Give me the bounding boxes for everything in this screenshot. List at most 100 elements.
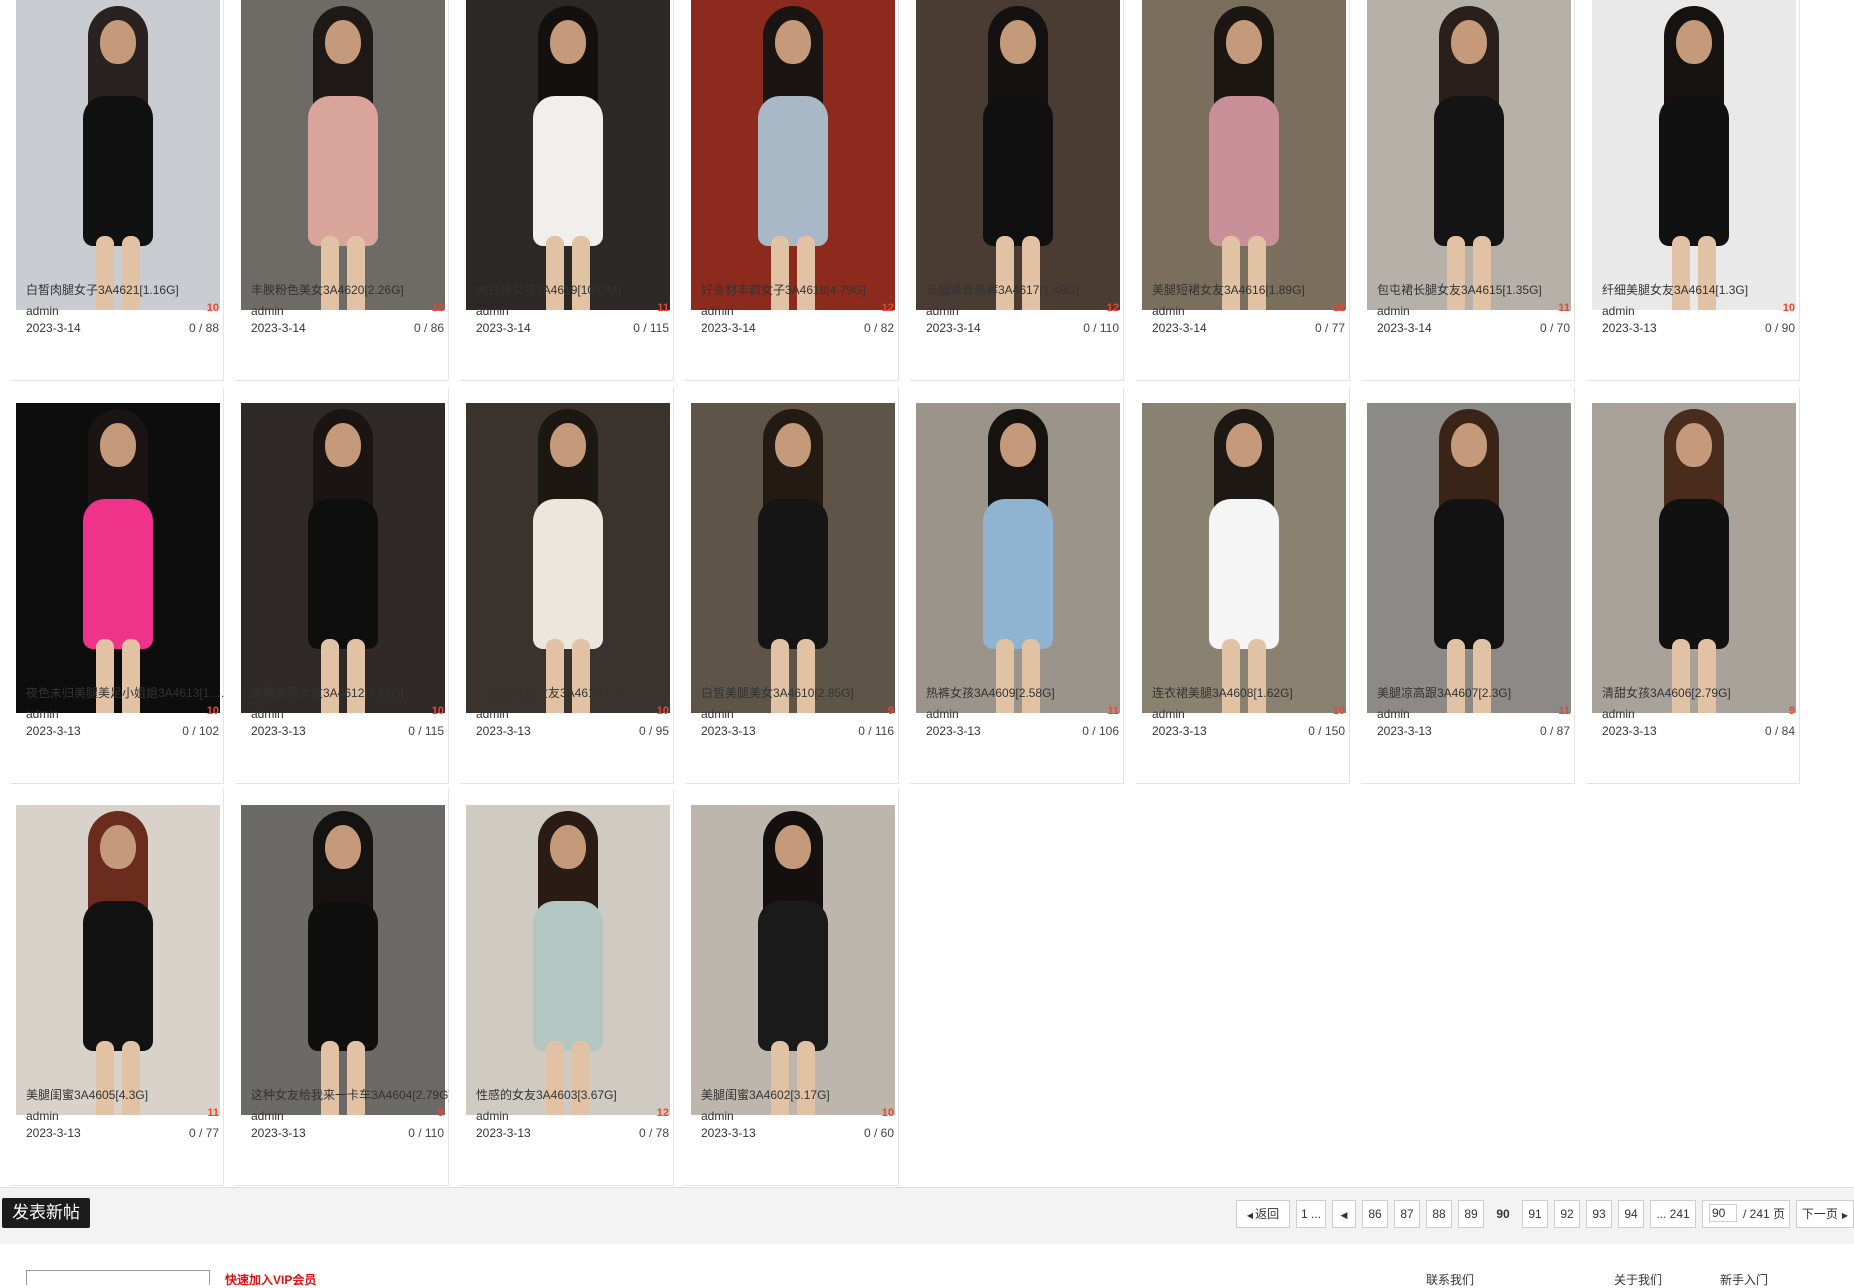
page-link[interactable]: 91 bbox=[1522, 1200, 1548, 1228]
thread-author[interactable]: admin bbox=[1602, 304, 1635, 318]
thread-title[interactable]: 这种女友给我来一卡车3A4604[2.79G] bbox=[251, 1086, 449, 1103]
thread-card[interactable]: 小蛮腰美腿女友3A4611[1.98G] admin 2023-3-13 10 0 / … bbox=[460, 387, 674, 784]
thread-card[interactable]: 美腿闺蜜3A4605[4.3G] admin 2023-3-13 11 0 / 77 bbox=[10, 789, 224, 1186]
page-link[interactable]: 94 bbox=[1618, 1200, 1644, 1228]
page-jump[interactable]: / 241 页 bbox=[1702, 1200, 1790, 1228]
thread-thumbnail[interactable] bbox=[916, 0, 1120, 310]
thread-title[interactable]: 丰腴粉色美女3A4620[2.26G] bbox=[251, 281, 449, 298]
thread-thumbnail[interactable] bbox=[16, 0, 220, 310]
thread-card[interactable]: 美腿闺蜜3A4602[3.17G] admin 2023-3-13 10 0 / 60 bbox=[685, 789, 899, 1186]
thread-card[interactable]: 长腿紧致热裤3A4617[1.49G] admin 2023-3-14 12 0 / 1… bbox=[910, 0, 1124, 381]
thread-thumbnail[interactable] bbox=[16, 403, 220, 713]
footer-link[interactable]: 新手入门 bbox=[1720, 1271, 1768, 1288]
thread-author[interactable]: admin bbox=[251, 304, 284, 318]
thread-card[interactable]: 丰腴粉色美女3A4620[2.26G] admin 2023-3-14 12 0 / 8… bbox=[235, 0, 449, 381]
thread-thumbnail[interactable] bbox=[1367, 0, 1571, 310]
thread-author[interactable]: admin bbox=[26, 304, 59, 318]
thread-title[interactable]: 小蛮腰美腿女友3A4611[1.98G] bbox=[476, 684, 674, 701]
thread-card[interactable]: 这种女友给我来一卡车3A4604[2.79G] admin 2023-3-13 9 0 … bbox=[235, 789, 449, 1186]
page-link[interactable]: 92 bbox=[1554, 1200, 1580, 1228]
thread-thumbnail[interactable] bbox=[1592, 403, 1796, 713]
thread-author[interactable]: admin bbox=[926, 707, 959, 721]
thread-thumbnail[interactable] bbox=[691, 0, 895, 310]
page-first[interactable]: 1 ... bbox=[1296, 1200, 1326, 1228]
thread-title[interactable]: 包屯裙长腿女友3A4615[1.35G] bbox=[1377, 281, 1575, 298]
thread-title[interactable]: 连衣裙美腿3A4608[1.62G] bbox=[1152, 684, 1350, 701]
thread-card[interactable]: 夜色未归美腿美足小姐姐3A4613[1.… admin 2023-3-13 10 0 /… bbox=[10, 387, 224, 784]
thread-thumbnail[interactable] bbox=[1142, 0, 1346, 310]
thread-card[interactable]: 白皙美腿美女3A4610[2.85G] admin 2023-3-13 9 0 / 11… bbox=[685, 387, 899, 784]
thread-card[interactable]: 美腿凉高跟3A4607[2.3G] admin 2023-3-13 11 0 / 87 bbox=[1361, 387, 1575, 784]
prev-page-button[interactable]: ◀ bbox=[1332, 1200, 1356, 1228]
thread-card[interactable]: 大白腿女孩3A4619[1003M] admin 2023-3-14 11 0 / 11… bbox=[460, 0, 674, 381]
thread-thumbnail[interactable] bbox=[1592, 0, 1796, 310]
thread-author[interactable]: admin bbox=[476, 707, 509, 721]
thread-card[interactable]: 美腿美足女友3A4612[4.63G] admin 2023-3-13 10 0 / 1… bbox=[235, 387, 449, 784]
page-link[interactable]: 88 bbox=[1426, 1200, 1452, 1228]
page-current[interactable]: 90 bbox=[1490, 1200, 1516, 1228]
thread-title[interactable]: 美腿美足女友3A4612[4.63G] bbox=[251, 684, 449, 701]
thread-title[interactable]: 美腿凉高跟3A4607[2.3G] bbox=[1377, 684, 1575, 701]
thread-author[interactable]: admin bbox=[1152, 304, 1185, 318]
thread-card[interactable]: 好身材丰韵女子3A4618[4.79G] admin 2023-3-14 12 0 / … bbox=[685, 0, 899, 381]
thread-author[interactable]: admin bbox=[701, 1109, 734, 1123]
page-link[interactable]: 87 bbox=[1394, 1200, 1420, 1228]
thread-thumbnail[interactable] bbox=[241, 805, 445, 1115]
thread-title[interactable]: 大白腿女孩3A4619[1003M] bbox=[476, 281, 674, 298]
thread-author[interactable]: admin bbox=[701, 304, 734, 318]
thread-author[interactable]: admin bbox=[1377, 304, 1410, 318]
vip-notice[interactable]: 快速加入VIP会员 bbox=[225, 1271, 316, 1288]
thread-title[interactable]: 白皙美腿美女3A4610[2.85G] bbox=[701, 684, 899, 701]
thread-author[interactable]: admin bbox=[26, 707, 59, 721]
thread-thumbnail[interactable] bbox=[691, 805, 895, 1115]
footer-link[interactable]: 联系我们 bbox=[1426, 1271, 1474, 1288]
thread-card[interactable]: 性感的女友3A4603[3.67G] admin 2023-3-13 12 0 / 78 bbox=[460, 789, 674, 1186]
thread-thumbnail[interactable] bbox=[691, 403, 895, 713]
page-link[interactable]: 86 bbox=[1362, 1200, 1388, 1228]
search-box[interactable] bbox=[26, 1270, 210, 1285]
thread-thumbnail[interactable] bbox=[1142, 403, 1346, 713]
thread-card[interactable]: 连衣裙美腿3A4608[1.62G] admin 2023-3-13 10 0 / 15… bbox=[1136, 387, 1350, 784]
thread-title[interactable]: 清甜女孩3A4606[2.79G] bbox=[1602, 684, 1800, 701]
thread-author[interactable]: admin bbox=[1152, 707, 1185, 721]
thread-title[interactable]: 夜色未归美腿美足小姐姐3A4613[1.… bbox=[26, 684, 224, 701]
page-link[interactable]: 89 bbox=[1458, 1200, 1484, 1228]
thread-title[interactable]: 热裤女孩3A4609[2.58G] bbox=[926, 684, 1124, 701]
thread-author[interactable]: admin bbox=[926, 304, 959, 318]
thread-thumbnail[interactable] bbox=[16, 805, 220, 1115]
thread-title[interactable]: 长腿紧致热裤3A4617[1.49G] bbox=[926, 281, 1124, 298]
thread-title[interactable]: 好身材丰韵女子3A4618[4.79G] bbox=[701, 281, 899, 298]
thread-author[interactable]: admin bbox=[26, 1109, 59, 1123]
thread-author[interactable]: admin bbox=[476, 1109, 509, 1123]
thread-thumbnail[interactable] bbox=[466, 805, 670, 1115]
thread-thumbnail[interactable] bbox=[1367, 403, 1571, 713]
thread-title[interactable]: 美腿闺蜜3A4602[3.17G] bbox=[701, 1086, 899, 1103]
thread-card[interactable]: 白皙肉腿女子3A4621[1.16G] admin 2023-3-14 10 0 / 8… bbox=[10, 0, 224, 381]
thread-card[interactable]: 纤细美腿女友3A4614[1.3G] admin 2023-3-13 10 0 / 90 bbox=[1586, 0, 1800, 381]
thread-author[interactable]: admin bbox=[1377, 707, 1410, 721]
thread-card[interactable]: 热裤女孩3A4609[2.58G] admin 2023-3-13 11 0 / 106 bbox=[910, 387, 1124, 784]
thread-thumbnail[interactable] bbox=[466, 0, 670, 310]
thread-card[interactable]: 包屯裙长腿女友3A4615[1.35G] admin 2023-3-14 11 0 / … bbox=[1361, 0, 1575, 381]
thread-title[interactable]: 美腿短裙女友3A4616[1.89G] bbox=[1152, 281, 1350, 298]
next-page-button[interactable]: 下一页 ▶ bbox=[1796, 1200, 1854, 1228]
thread-author[interactable]: admin bbox=[701, 707, 734, 721]
thread-card[interactable]: 美腿短裙女友3A4616[1.89G] admin 2023-3-14 11 0 / 7… bbox=[1136, 0, 1350, 381]
thread-card[interactable]: 清甜女孩3A4606[2.79G] admin 2023-3-13 9 0 / 84 bbox=[1586, 387, 1800, 784]
back-button[interactable]: ◀ 返回 bbox=[1236, 1200, 1290, 1228]
thread-title[interactable]: 美腿闺蜜3A4605[4.3G] bbox=[26, 1086, 224, 1103]
page-jump-input[interactable] bbox=[1709, 1204, 1737, 1222]
thread-title[interactable]: 性感的女友3A4603[3.67G] bbox=[476, 1086, 674, 1103]
thread-title[interactable]: 白皙肉腿女子3A4621[1.16G] bbox=[26, 281, 224, 298]
thread-thumbnail[interactable] bbox=[916, 403, 1120, 713]
thread-author[interactable]: admin bbox=[251, 1109, 284, 1123]
thread-title[interactable]: 纤细美腿女友3A4614[1.3G] bbox=[1602, 281, 1800, 298]
thread-thumbnail[interactable] bbox=[466, 403, 670, 713]
page-link[interactable]: 93 bbox=[1586, 1200, 1612, 1228]
thread-author[interactable]: admin bbox=[251, 707, 284, 721]
thread-thumbnail[interactable] bbox=[241, 403, 445, 713]
new-post-button[interactable]: 发表新帖 bbox=[2, 1198, 90, 1228]
thread-author[interactable]: admin bbox=[476, 304, 509, 318]
thread-thumbnail[interactable] bbox=[241, 0, 445, 310]
footer-link[interactable]: 关于我们 bbox=[1614, 1271, 1662, 1288]
